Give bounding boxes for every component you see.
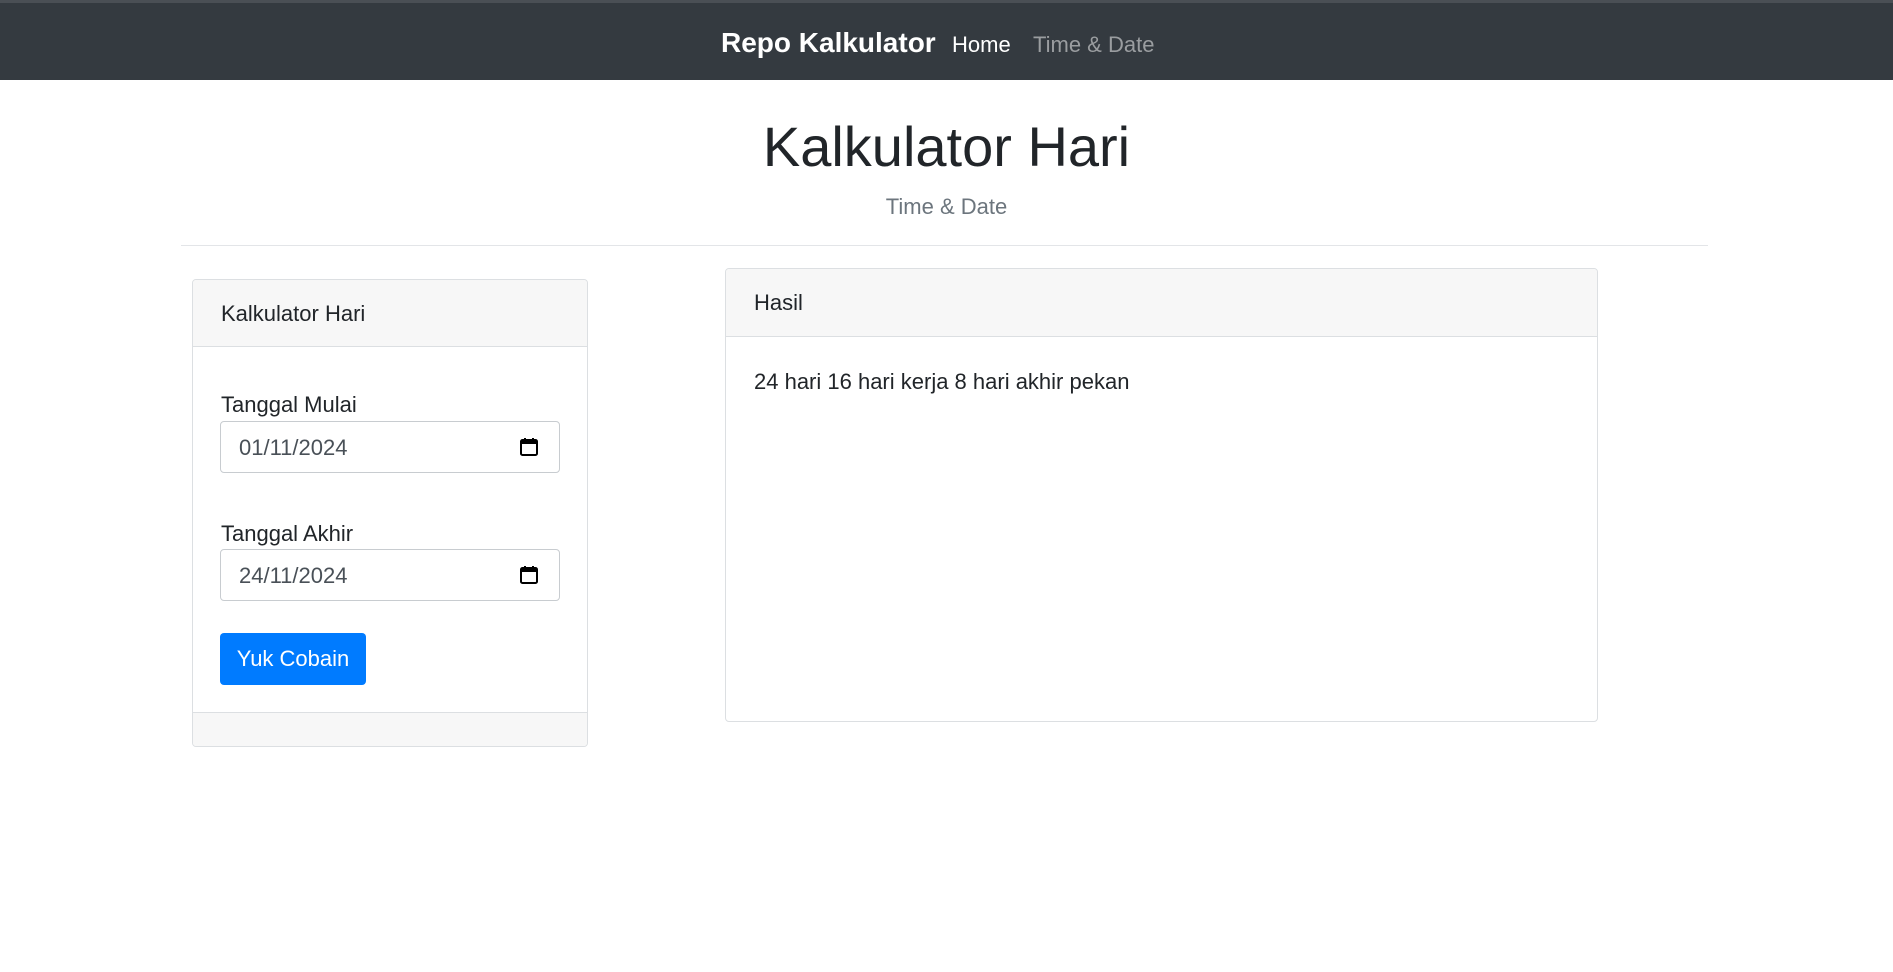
- end-date-label: Tanggal Akhir: [221, 521, 354, 546]
- page-title: Kalkulator Hari: [762, 115, 1131, 178]
- calculator-card-footer: [193, 712, 587, 746]
- header-divider: [181, 245, 1708, 246]
- result-text: 24 hari 16 hari kerja 8 hari akhir pekan: [754, 369, 1130, 394]
- calculator-card-header: Kalkulator Hari: [193, 280, 587, 347]
- top-navbar: Repo Kalkulator Home Time & Date: [0, 0, 1893, 80]
- nav-link-time-date[interactable]: Time & Date: [1033, 32, 1154, 58]
- calendar-icon[interactable]: [519, 437, 539, 457]
- end-date-input[interactable]: 24/11/2024: [220, 549, 560, 601]
- start-date-value: 01/11/2024: [239, 435, 348, 460]
- calculator-card: Kalkulator Hari Tanggal Mulai 01/11/2024…: [192, 279, 588, 747]
- calendar-icon[interactable]: [519, 565, 539, 585]
- navbar-brand[interactable]: Repo Kalkulator: [721, 27, 936, 59]
- page-subtitle: Time & Date: [885, 194, 1008, 219]
- end-date-value: 24/11/2024: [239, 563, 348, 588]
- nav-link-home[interactable]: Home: [952, 32, 1011, 58]
- start-date-input[interactable]: 01/11/2024: [220, 421, 560, 473]
- result-card-header: Hasil: [726, 269, 1597, 337]
- result-card: Hasil 24 hari 16 hari kerja 8 hari akhir…: [725, 268, 1598, 722]
- start-date-label: Tanggal Mulai: [221, 392, 357, 417]
- submit-button[interactable]: Yuk Cobain: [220, 633, 366, 685]
